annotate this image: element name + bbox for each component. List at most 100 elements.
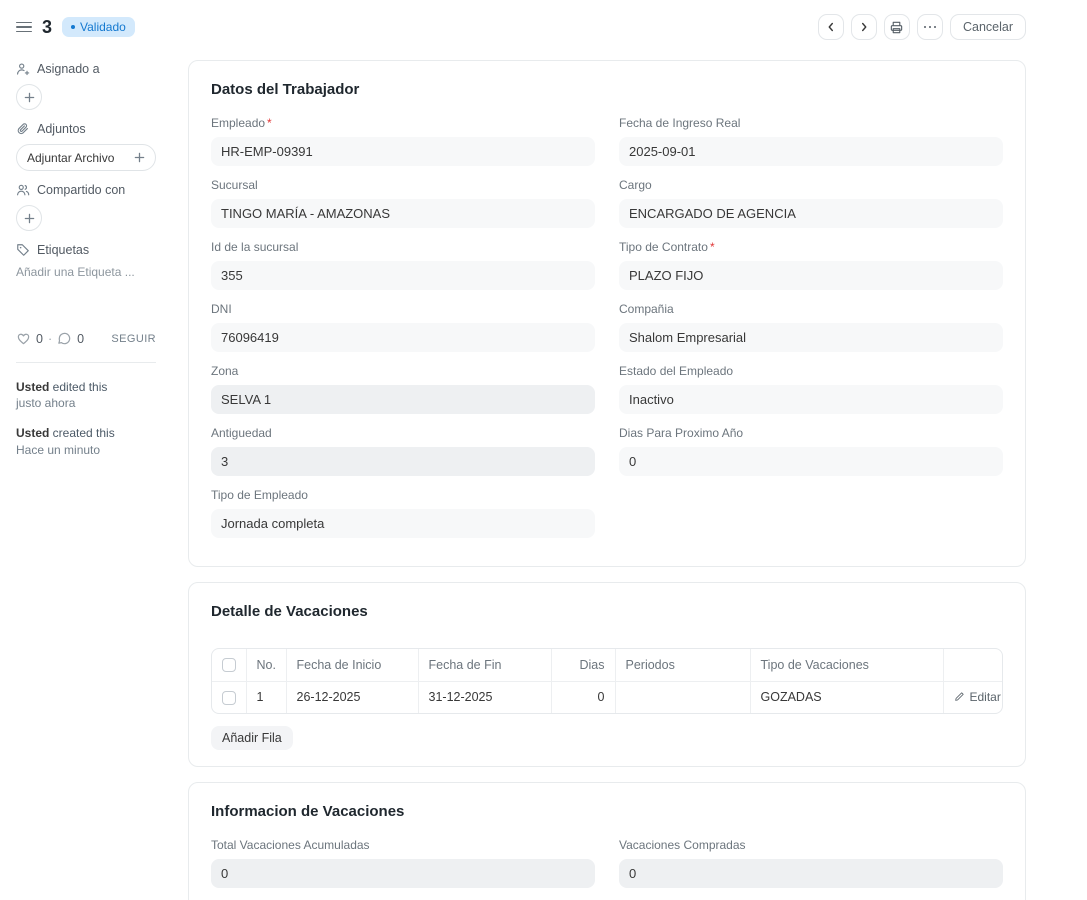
attachments-section-header: Adjuntos (16, 122, 166, 136)
activity-action: edited this (49, 380, 107, 394)
tags-section-header: Etiquetas (16, 243, 166, 257)
edit-row-button[interactable]: Editar (954, 690, 1001, 704)
field-label: Empleado (211, 116, 265, 130)
prev-button[interactable] (818, 14, 844, 40)
field-label: DNI (211, 302, 595, 316)
likes-count: 0 (36, 332, 43, 346)
field-estado-empleado: Estado del Empleado Inactivo (619, 364, 1003, 414)
follow-button[interactable]: SEGUIR (111, 333, 156, 345)
sucursal-input[interactable]: TINGO MARÍA - AMAZONAS (211, 199, 595, 228)
assigned-to-section-header: Asignado a (16, 62, 166, 76)
field-tipo-contrato: Tipo de Contrato* PLAZO FIJO (619, 240, 1003, 290)
field-label: Id de la sucursal (211, 240, 595, 254)
field-zona: Zona SELVA 1 (211, 364, 595, 414)
estado-empleado-input[interactable]: Inactivo (619, 385, 1003, 414)
comment-icon[interactable] (57, 331, 72, 346)
compania-input[interactable]: Shalom Empresarial (619, 323, 1003, 352)
cell-no: 1 (246, 681, 286, 713)
field-label: Tipo de Contrato (619, 240, 708, 254)
add-tag-input[interactable]: Añadir una Etiqueta ... (16, 265, 166, 279)
activity-user: Usted (16, 380, 49, 394)
field-label: Fecha de Ingreso Real (619, 116, 1003, 130)
dias-proximo-ano-input[interactable]: 0 (619, 447, 1003, 476)
add-row-button[interactable]: Añadir Fila (211, 726, 293, 750)
cargo-input[interactable]: ENCARGADO DE AGENCIA (619, 199, 1003, 228)
section-informacion-vacaciones: Informacion de Vacaciones Total Vacacion… (188, 782, 1026, 900)
next-button[interactable] (851, 14, 877, 40)
row-checkbox[interactable] (222, 691, 236, 705)
col-header-tipo-vacaciones: Tipo de Vacaciones (750, 649, 943, 681)
cell-tipo-vacaciones[interactable]: GOZADAS (750, 681, 943, 713)
status-dot-icon (71, 25, 75, 29)
tag-icon (16, 243, 30, 257)
heart-icon[interactable] (16, 331, 31, 346)
cell-fecha-inicio[interactable]: 26-12-2025 (286, 681, 418, 713)
add-assignment-button[interactable] (16, 84, 42, 110)
status-badge: Validado (62, 17, 135, 37)
field-cargo: Cargo ENCARGADO DE AGENCIA (619, 178, 1003, 228)
antiguedad-input[interactable]: 3 (211, 447, 595, 476)
activity-entry: Usted edited this justo ahora (16, 379, 166, 411)
activity-action: created this (49, 426, 114, 440)
plus-icon (134, 152, 145, 163)
ellipsis-icon (924, 26, 937, 29)
field-label: Tipo de Empleado (211, 488, 595, 502)
field-fecha-ingreso: Fecha de Ingreso Real 2025-09-01 (619, 116, 1003, 166)
field-label: Total Vacaciones Acumuladas (211, 838, 595, 852)
tipo-empleado-input[interactable]: Jornada completa (211, 509, 595, 538)
topbar: 3 Validado Cancelar (0, 0, 1087, 54)
chevron-right-icon (857, 20, 871, 34)
empleado-input[interactable]: HR-EMP-09391 (211, 137, 595, 166)
comments-count: 0 (77, 332, 84, 346)
chevron-left-icon (824, 20, 838, 34)
page-title: 3 (42, 17, 52, 38)
status-badge-label: Validado (80, 20, 126, 34)
pencil-icon (954, 691, 965, 702)
field-empleado: Empleado* HR-EMP-09391 (211, 116, 595, 166)
field-label: Compañia (619, 302, 1003, 316)
field-antiguedad: Antiguedad 3 (211, 426, 595, 476)
add-share-button[interactable] (16, 205, 42, 231)
shared-with-label: Compartido con (37, 183, 125, 197)
field-dni: DNI 76096419 (211, 302, 595, 352)
fecha-ingreso-input[interactable]: 2025-09-01 (619, 137, 1003, 166)
menu-icon[interactable] (16, 22, 32, 33)
separator-dot: · (48, 332, 52, 346)
tipo-contrato-input[interactable]: PLAZO FIJO (619, 261, 1003, 290)
col-header-periodos: Periodos (615, 649, 750, 681)
vacaciones-compradas-input[interactable]: 0 (619, 859, 1003, 888)
zona-input[interactable]: SELVA 1 (211, 385, 595, 414)
attach-file-label: Adjuntar Archivo (27, 151, 114, 165)
required-mark: * (710, 240, 715, 254)
print-button[interactable] (884, 14, 910, 40)
field-total-vacaciones-acumuladas: Total Vacaciones Acumuladas 0 (211, 838, 595, 888)
user-plus-icon (16, 62, 30, 76)
select-all-checkbox[interactable] (222, 658, 236, 672)
shared-with-section-header: Compartido con (16, 183, 166, 197)
attach-file-button[interactable]: Adjuntar Archivo (16, 144, 156, 171)
plus-icon (24, 92, 35, 103)
field-label: Dias Para Proximo Año (619, 426, 1003, 440)
social-row: 0 · 0 SEGUIR (16, 331, 156, 346)
field-vacaciones-compradas: Vacaciones Compradas 0 (619, 838, 1003, 888)
field-id-sucursal: Id de la sucursal 355 (211, 240, 595, 290)
field-tipo-empleado: Tipo de Empleado Jornada completa (211, 488, 595, 538)
field-label: Antiguedad (211, 426, 595, 440)
activity-time: justo ahora (16, 396, 75, 410)
dni-input[interactable]: 76096419 (211, 323, 595, 352)
cell-fecha-fin[interactable]: 31-12-2025 (418, 681, 551, 713)
field-dias-proximo-ano: Dias Para Proximo Año 0 (619, 426, 1003, 476)
activity-user: Usted (16, 426, 49, 440)
field-label: Sucursal (211, 178, 595, 192)
users-icon (16, 183, 30, 197)
more-menu-button[interactable] (917, 14, 943, 40)
edit-row-label: Editar (970, 690, 1001, 704)
id-sucursal-input[interactable]: 355 (211, 261, 595, 290)
cell-periodos[interactable] (615, 681, 750, 713)
field-label: Vacaciones Compradas (619, 838, 1003, 852)
cancel-button[interactable]: Cancelar (950, 14, 1026, 40)
plus-icon (24, 213, 35, 224)
col-header-dias: Dias (551, 649, 615, 681)
cell-dias[interactable]: 0 (551, 681, 615, 713)
total-vacaciones-acumuladas-input[interactable]: 0 (211, 859, 595, 888)
